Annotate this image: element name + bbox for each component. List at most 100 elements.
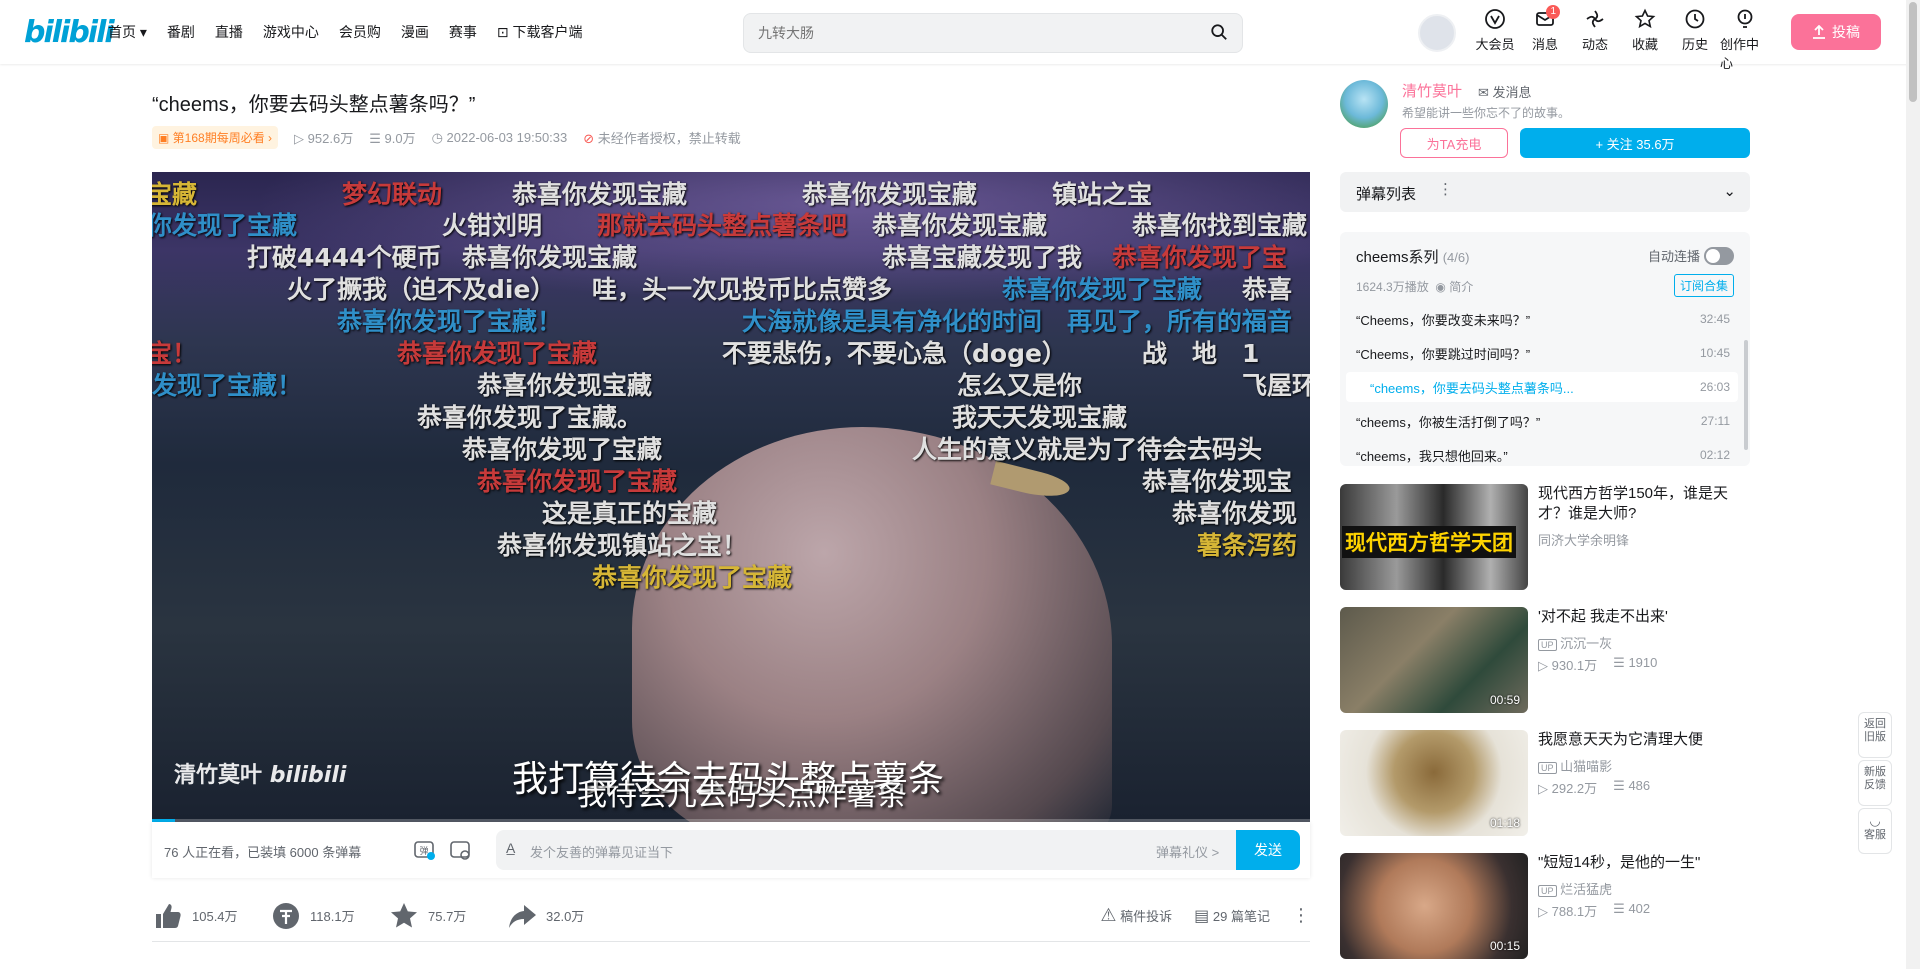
- message-button[interactable]: 1 消息: [1520, 5, 1570, 72]
- customer-service-button[interactable]: ◡ 客服: [1858, 808, 1892, 854]
- up-icon: UP: [1538, 885, 1557, 897]
- nav-download[interactable]: ⊡ 下载客户端: [497, 22, 583, 42]
- danmaku-etiquette-link[interactable]: 弹幕礼仪 >: [1156, 842, 1219, 861]
- mail-icon: ✉: [1478, 85, 1489, 100]
- nav-bangumi[interactable]: 番剧: [167, 22, 195, 42]
- recommend-thumbnail[interactable]: 00:59: [1340, 607, 1528, 713]
- recommend-card[interactable]: 00:15 "短短14秒，是他的一生" UP 烂活猛虎 ▷ 788.1万 ☰ 40…: [1340, 853, 1750, 959]
- send-danmaku-button[interactable]: 发送: [1236, 830, 1300, 870]
- dynamic-button[interactable]: 动态: [1570, 8, 1620, 72]
- vip-icon: [1485, 9, 1505, 29]
- share-button[interactable]: 32.0万: [506, 900, 624, 932]
- like-button[interactable]: 105.4万: [152, 900, 270, 932]
- danmaku-comment: 战 地 1: [1142, 339, 1260, 368]
- recommend-title[interactable]: '对不起 我走不出来': [1538, 607, 1750, 627]
- episode-item[interactable]: “Cheems，你要改变未来吗？” 32:45: [1346, 304, 1738, 334]
- page-scrollbar[interactable]: [1906, 0, 1920, 969]
- scrollbar-thumb[interactable]: [1909, 2, 1917, 102]
- up-icon: UP: [1538, 639, 1557, 651]
- favorite-button-video[interactable]: 75.7万: [388, 900, 506, 932]
- danmaku-comment: 宝！: [152, 339, 198, 368]
- recommend-author[interactable]: 同济大学余明锋: [1538, 530, 1629, 549]
- more-options-icon[interactable]: ⋮: [1438, 180, 1453, 198]
- nav-game-center[interactable]: 游戏中心: [263, 22, 319, 42]
- danmaku-count: ☰ 9.0万: [369, 131, 416, 146]
- series-title: cheems系列 (4/6): [1356, 249, 1470, 266]
- danmaku-comment: 恭喜你发现了宝藏。: [417, 403, 643, 432]
- chevron-down-icon[interactable]: ⌄: [1723, 182, 1736, 200]
- search-input[interactable]: [758, 14, 1178, 52]
- back-old-version-button[interactable]: 返回旧版: [1858, 712, 1892, 758]
- danmaku-send-bar: 76 人正在看，已装填 6000 条弹幕 弹 A̲ 发个友善的弹幕见证当下 弹幕…: [152, 822, 1310, 878]
- danmaku-comment: 火了撅我（迫不及die）: [287, 275, 556, 304]
- recommend-card[interactable]: 01:18 我愿意天天为它清理大便 UP 山猫喵影 ▷ 292.2万 ☰ 486: [1340, 730, 1750, 836]
- headset-icon: ◡: [1869, 813, 1881, 828]
- danmaku-list-panel[interactable]: 弹幕列表 ⋮ ⌄: [1340, 172, 1750, 212]
- toolbar-right: ⚠ 稿件投诉 ▤ 29 篇笔记 ⋮: [1100, 905, 1310, 926]
- report-button[interactable]: ⚠ 稿件投诉: [1100, 905, 1172, 926]
- uploader-avatar[interactable]: [1340, 80, 1388, 128]
- toggle-switch[interactable]: [1704, 246, 1734, 265]
- nav-live[interactable]: 直播: [215, 22, 243, 42]
- recommend-stats: ▷ 788.1万 ☰ 402: [1538, 901, 1651, 919]
- follow-button[interactable]: + 关注 35.6万: [1520, 128, 1750, 158]
- recommend-thumbnail[interactable]: 现代西方哲学天团: [1340, 484, 1528, 590]
- bilibili-logo[interactable]: bilibili: [24, 15, 115, 50]
- recommend-card[interactable]: 现代西方哲学天团 现代西方哲学150年，谁是天才？谁是大师? 同济大学余明锋: [1340, 484, 1750, 590]
- more-icon[interactable]: ⋮: [1292, 905, 1310, 926]
- text-style-icon[interactable]: A̲: [506, 840, 515, 856]
- top-nav-bar: bilibili 首页 ▾ 番剧 直播 游戏中心 会员购 漫画 赛事 ⊡ 下载客…: [0, 0, 1920, 71]
- recommend-title[interactable]: 现代西方哲学150年，谁是天才？谁是大师?: [1538, 484, 1750, 524]
- coin-button[interactable]: 118.1万: [270, 900, 388, 932]
- danmaku-comment: 你发现了宝藏: [152, 211, 298, 240]
- recommend-thumbnail[interactable]: 00:15: [1340, 853, 1528, 959]
- feedback-button[interactable]: 新版反馈: [1858, 760, 1892, 806]
- view-count: ▷ 952.6万: [294, 131, 354, 146]
- episode-duration: 10:45: [1699, 346, 1730, 360]
- nav-manga[interactable]: 漫画: [401, 22, 429, 42]
- favorite-button[interactable]: 收藏: [1620, 8, 1670, 72]
- recommend-card[interactable]: 00:59 '对不起 我走不出来' UP 沉沉一灰 ▷ 930.1万 ☰ 1910: [1340, 607, 1750, 713]
- search-icon[interactable]: [1210, 23, 1228, 41]
- episode-item[interactable]: “cheems，我只想他回来。” 02:12: [1346, 440, 1738, 466]
- history-button[interactable]: 历史: [1670, 8, 1720, 72]
- episode-item[interactable]: “cheems，你要去码头整点薯条吗... 26:03: [1346, 372, 1738, 402]
- uploader-name[interactable]: 清竹莫叶: [1402, 80, 1462, 101]
- nav-home[interactable]: 首页 ▾: [108, 22, 147, 42]
- danmaku-input[interactable]: A̲ 发个友善的弹幕见证当下 弹幕礼仪 > 发送: [496, 830, 1300, 870]
- danmaku-comment: 恭喜你找到宝藏: [1132, 211, 1308, 240]
- nav-match[interactable]: 赛事: [449, 22, 477, 42]
- danmaku-settings-icon[interactable]: [448, 838, 472, 862]
- creator-button[interactable]: 创作中心: [1720, 8, 1770, 72]
- danmaku-comment: 那就去码头整点薯条吧: [597, 211, 848, 240]
- video-player[interactable]: 宝藏 梦幻联动 恭喜你发现宝藏 恭喜你发现宝藏 镇站之宝 你发现了宝藏 火钳刘明 那就去码头整…: [152, 172, 1310, 822]
- nav-mall[interactable]: 会员购: [339, 22, 381, 42]
- episode-item[interactable]: “Cheems，你要跳过时间吗？” 10:45: [1346, 338, 1738, 368]
- vip-button[interactable]: 大会员: [1470, 8, 1520, 72]
- danmaku-toggle-icon[interactable]: 弹: [412, 838, 436, 862]
- notes-button[interactable]: ▤ 29 篇笔记: [1194, 906, 1270, 926]
- recommend-author[interactable]: UP 山猫喵影: [1538, 756, 1612, 775]
- user-avatar[interactable]: [1418, 14, 1456, 52]
- coin-icon: [273, 902, 299, 929]
- weekly-badge[interactable]: ▣ 第168期每周必看 ›: [152, 126, 279, 149]
- episode-duration: 32:45: [1699, 312, 1730, 326]
- episode-duration: 02:12: [1699, 448, 1730, 462]
- share-icon: [509, 904, 536, 928]
- danmaku-comment: 薯条泻药: [1197, 531, 1298, 560]
- charge-button[interactable]: 为TA充电: [1400, 128, 1508, 158]
- upload-button[interactable]: 投稿: [1791, 14, 1881, 50]
- video-toolbar: 105.4万 118.1万 75.7万 32.0万 ⚠ 稿件投诉 ▤ 29 篇笔…: [152, 890, 1310, 942]
- recommend-author[interactable]: UP 烂活猛虎: [1538, 879, 1612, 898]
- danmaku-comment: 不要悲伤，不要心急（doge）: [722, 339, 1067, 368]
- recommend-thumbnail[interactable]: 01:18: [1340, 730, 1528, 836]
- recommend-title[interactable]: 我愿意天天为它清理大便: [1538, 730, 1750, 750]
- autoplay-toggle[interactable]: 自动连播: [1648, 246, 1734, 265]
- danmaku-comment: 梦幻联动: [342, 180, 443, 209]
- episode-item[interactable]: “cheems，你被生活打倒了吗？” 27:11: [1346, 406, 1738, 436]
- subscribe-series-button[interactable]: 订阅合集: [1673, 274, 1734, 297]
- send-message-link[interactable]: ✉ 发消息: [1478, 82, 1532, 101]
- series-scrollbar[interactable]: [1744, 340, 1748, 450]
- recommend-title[interactable]: "短短14秒，是他的一生": [1538, 853, 1750, 873]
- recommend-author[interactable]: UP 沉沉一灰: [1538, 633, 1612, 652]
